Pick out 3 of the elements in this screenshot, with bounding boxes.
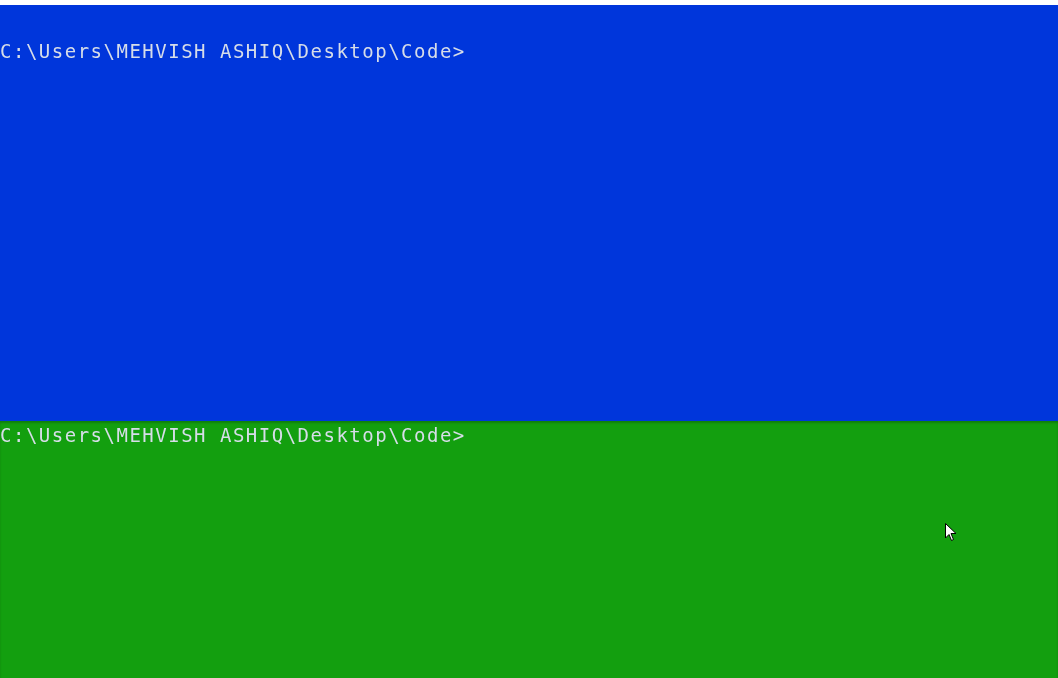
mouse-pointer-icon: [945, 523, 957, 542]
command-prompt: C:\Users\MEHVISH ASHIQ\Desktop\Code>: [0, 423, 466, 447]
command-prompt: C:\Users\MEHVISH ASHIQ\Desktop\Code>: [0, 39, 466, 63]
